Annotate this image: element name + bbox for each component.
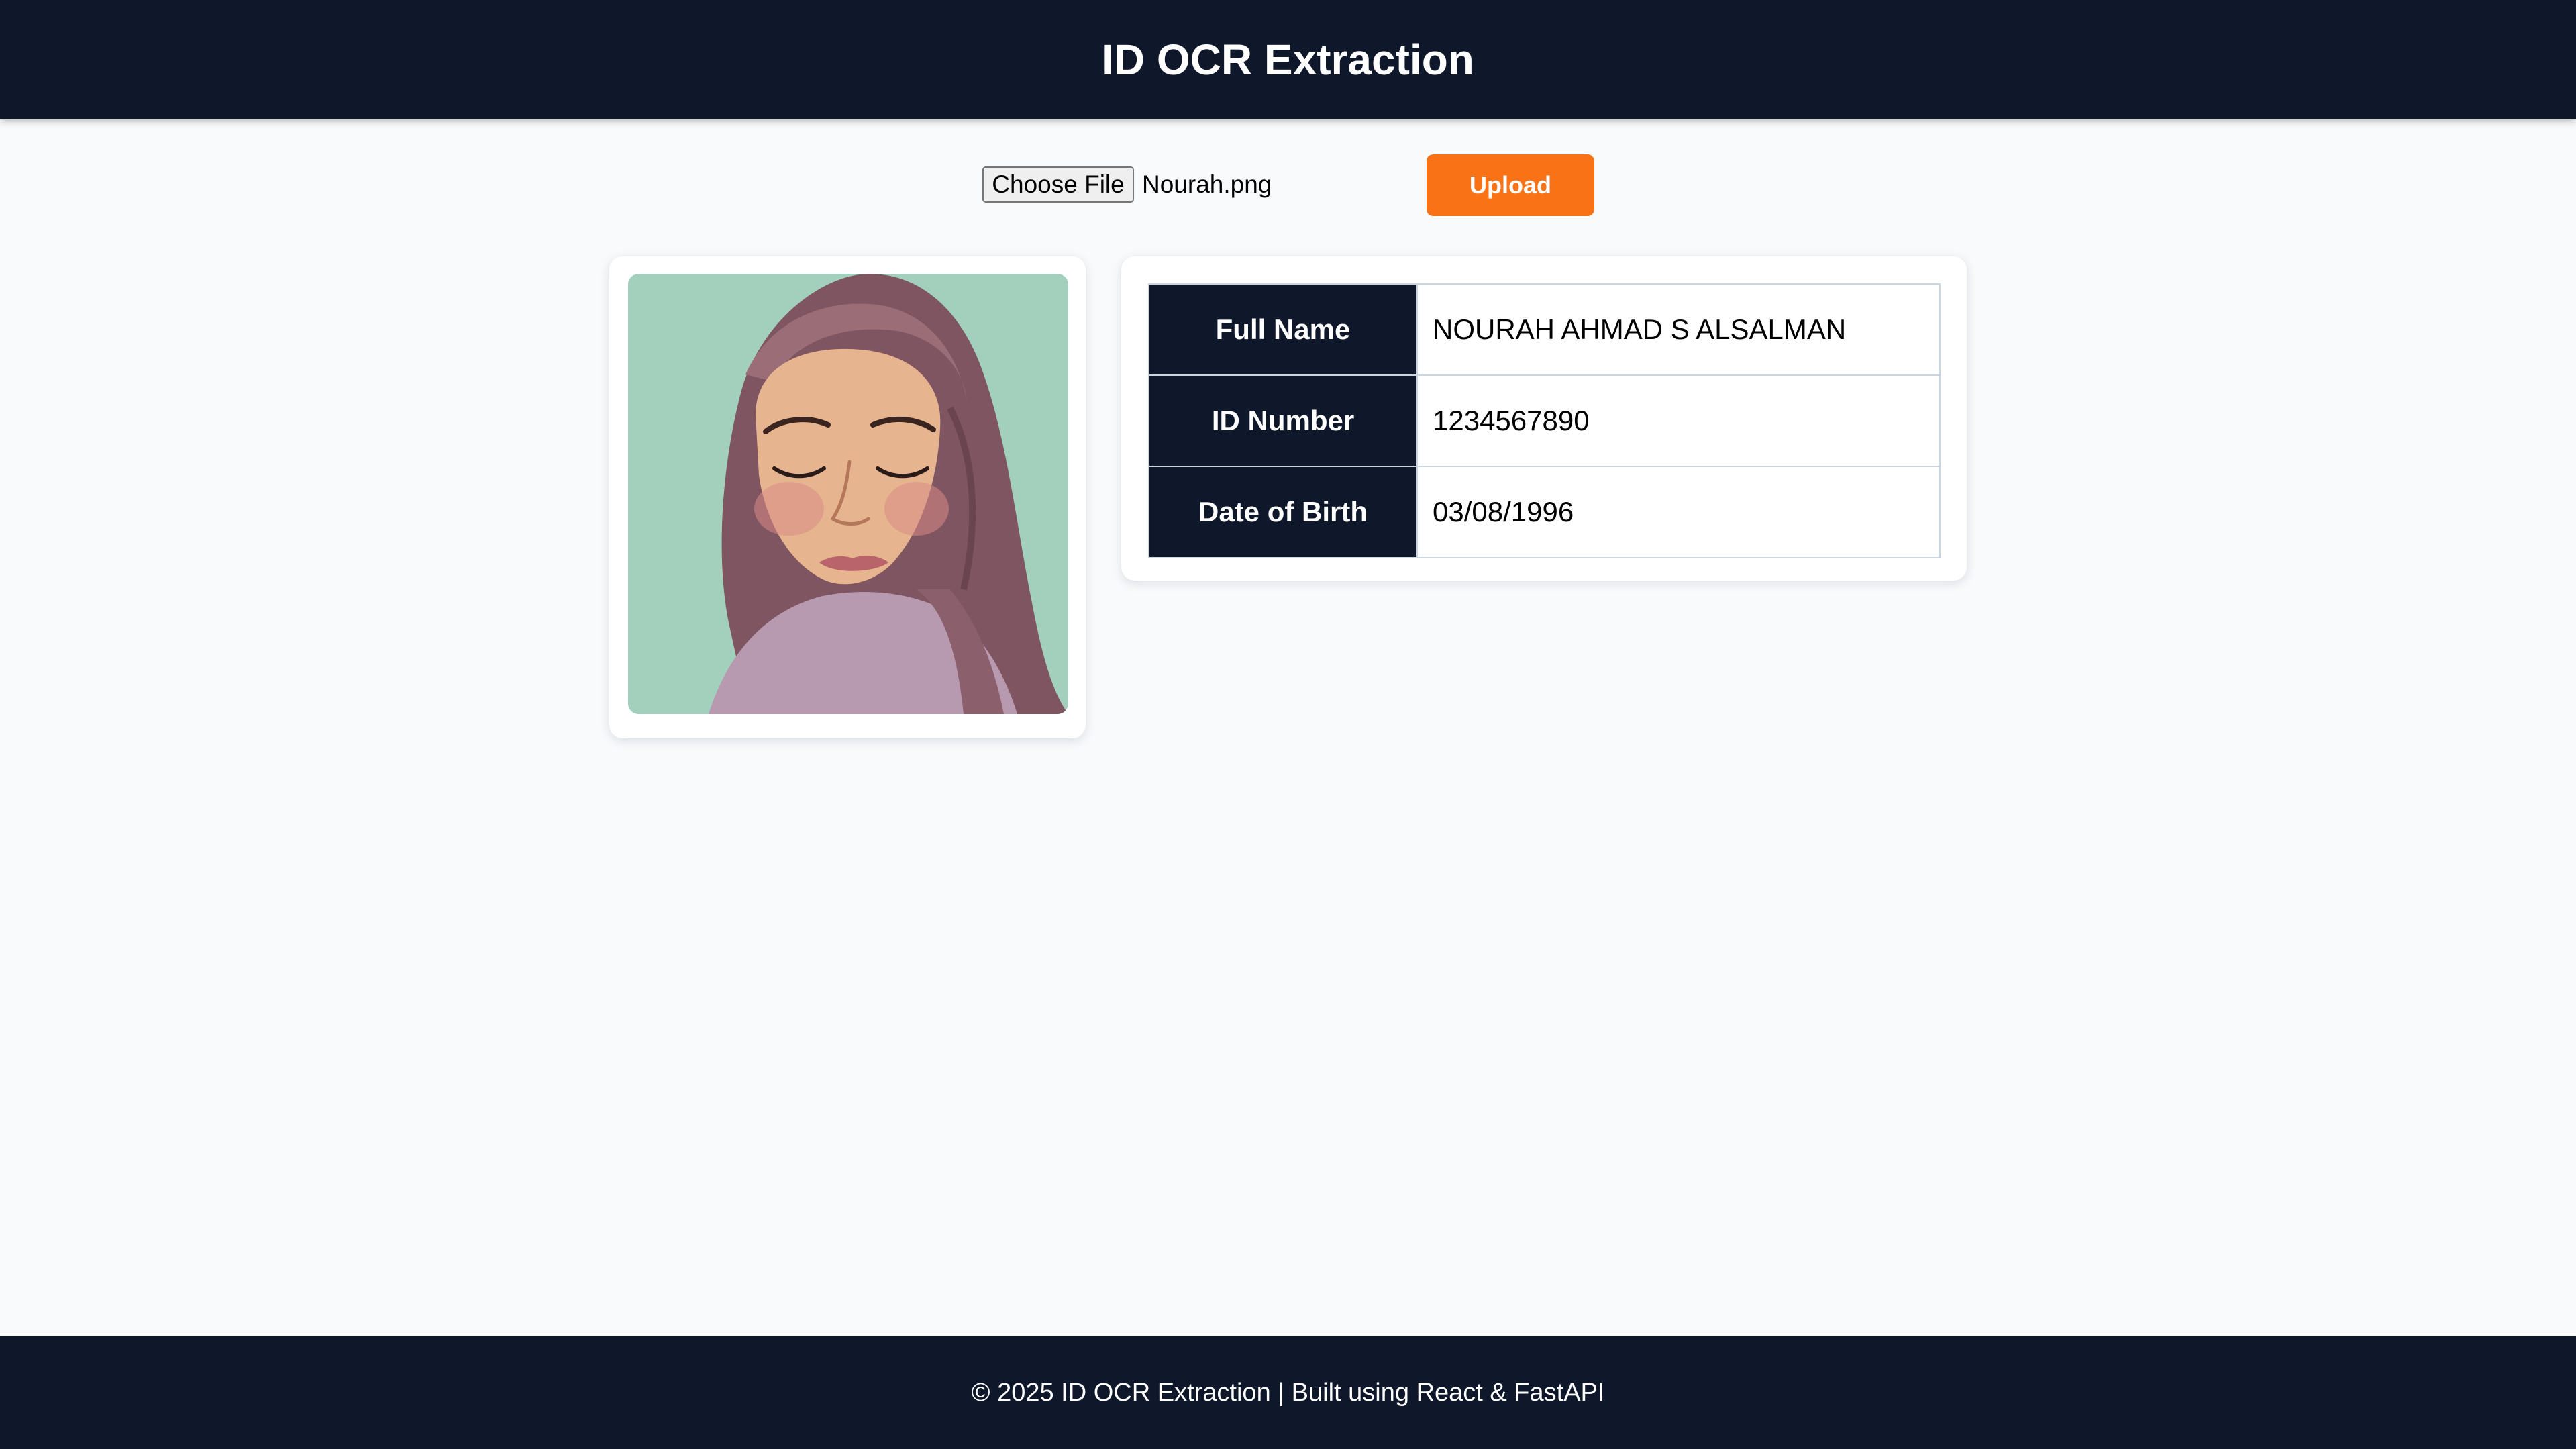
upload-button[interactable]: Upload	[1427, 154, 1594, 216]
dob-value: 03/08/1996	[1416, 466, 1941, 558]
table-row: ID Number 1234567890	[1148, 374, 1941, 467]
choose-file-button[interactable]: Choose File	[982, 166, 1134, 203]
table-row: Date of Birth 03/08/1996	[1148, 466, 1941, 558]
id-number-value: 1234567890	[1416, 374, 1941, 467]
upload-form: Choose File Nourah.png Upload	[0, 154, 2576, 216]
photo-card	[609, 256, 1086, 738]
dob-label: Date of Birth	[1148, 466, 1418, 558]
app-header: ID OCR Extraction	[0, 0, 2576, 119]
page-title: ID OCR Extraction	[1102, 35, 1474, 84]
id-photo	[628, 274, 1068, 714]
footer-text: © 2025 ID OCR Extraction | Built using R…	[971, 1378, 1605, 1407]
portrait-illustration	[628, 274, 1068, 714]
full-name-value: NOURAH AHMAD S ALSALMAN	[1416, 283, 1941, 376]
selected-file-name: Nourah.png	[1142, 170, 1272, 198]
table-row: Full Name NOURAH AHMAD S ALSALMAN	[1148, 283, 1941, 376]
extraction-result-card: Full Name NOURAH AHMAD S ALSALMAN ID Num…	[1121, 256, 1967, 581]
full-name-label: Full Name	[1148, 283, 1418, 376]
app-footer: © 2025 ID OCR Extraction | Built using R…	[0, 1336, 2576, 1449]
extracted-fields-table: Full Name NOURAH AHMAD S ALSALMAN ID Num…	[1148, 283, 1941, 558]
id-number-label: ID Number	[1148, 374, 1418, 467]
